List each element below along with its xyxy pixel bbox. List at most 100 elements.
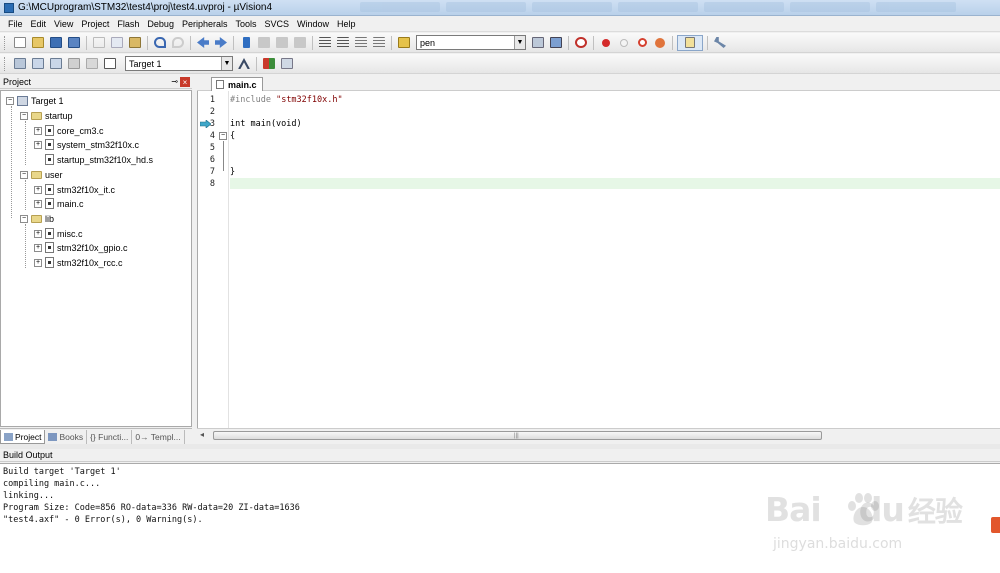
- menu-flash[interactable]: Flash: [113, 19, 143, 29]
- tree-group-lib[interactable]: − lib: [20, 212, 54, 225]
- tree-file-startup[interactable]: startup_stm32f10x_hd.s: [45, 153, 153, 166]
- window-layout-icon[interactable]: [677, 34, 703, 51]
- batch-build-icon[interactable]: [66, 56, 82, 72]
- expand-icon[interactable]: +: [34, 199, 42, 208]
- editor-tab-label: main.c: [228, 79, 257, 90]
- menu-project[interactable]: Project: [77, 19, 113, 29]
- build-icon[interactable]: [30, 56, 46, 72]
- tree-file-misc[interactable]: + misc.c: [34, 227, 83, 240]
- code-line-3: int main(void): [230, 119, 302, 129]
- manage-components-icon[interactable]: [261, 56, 277, 72]
- file-toolbar: pen ▼: [0, 33, 1000, 53]
- expand-icon[interactable]: +: [34, 126, 42, 135]
- menu-peripherals[interactable]: Peripherals: [178, 19, 232, 29]
- tab-templates[interactable]: 0→ Templ...: [132, 430, 185, 444]
- menu-edit[interactable]: Edit: [27, 19, 51, 29]
- line-number: 2: [209, 107, 215, 117]
- menu-bar: File Edit View Project Flash Debug Perip…: [0, 16, 1000, 32]
- collapse-icon[interactable]: −: [20, 170, 28, 179]
- insert-breakpoint-icon[interactable]: [598, 35, 614, 51]
- expand-icon[interactable]: +: [34, 258, 42, 267]
- menu-debug[interactable]: Debug: [143, 19, 178, 29]
- stop-build-icon[interactable]: [84, 56, 100, 72]
- menu-tools[interactable]: Tools: [231, 19, 260, 29]
- clear-bookmarks-icon[interactable]: [292, 35, 308, 51]
- nav-forward-icon[interactable]: [213, 35, 229, 51]
- open-file-icon[interactable]: [30, 35, 46, 51]
- tree-group-user[interactable]: − user: [20, 168, 63, 181]
- tab-functions[interactable]: {} Functi...: [87, 430, 133, 444]
- tree-file-stm32f10x-it[interactable]: + stm32f10x_it.c: [34, 183, 115, 196]
- code-editor[interactable]: 1 2 3 4 5 6 7 8 − #include "stm32f10x.h"…: [197, 91, 1000, 428]
- find-in-files-icon[interactable]: [396, 35, 412, 51]
- cut-icon[interactable]: [91, 35, 107, 51]
- editor-tab-main-c[interactable]: main.c: [211, 77, 263, 91]
- start-debug-icon[interactable]: [573, 35, 589, 51]
- indent-icon[interactable]: [317, 35, 333, 51]
- find-combo[interactable]: pen ▼: [416, 35, 526, 50]
- pin-icon[interactable]: ⊸: [171, 77, 178, 86]
- next-bookmark-icon[interactable]: [274, 35, 290, 51]
- menu-view[interactable]: View: [50, 19, 77, 29]
- tree-file-main[interactable]: + main.c: [34, 197, 84, 210]
- bookmark-icon[interactable]: [238, 35, 254, 51]
- translate-icon[interactable]: [12, 56, 28, 72]
- menu-svcs[interactable]: SVCS: [261, 19, 294, 29]
- unindent-icon[interactable]: [335, 35, 351, 51]
- uncomment-icon[interactable]: [371, 35, 387, 51]
- configure-tools-icon[interactable]: [712, 35, 728, 51]
- save-icon[interactable]: [48, 35, 64, 51]
- menu-file[interactable]: File: [4, 19, 27, 29]
- target-combo[interactable]: Target 1 ▼: [125, 56, 233, 71]
- expand-icon[interactable]: +: [34, 185, 42, 194]
- tree-file-gpio[interactable]: + stm32f10x_gpio.c: [34, 241, 128, 254]
- tab-project[interactable]: Project: [0, 430, 46, 444]
- code-line-7: }: [230, 167, 236, 177]
- disable-breakpoints-icon[interactable]: [634, 35, 650, 51]
- expand-icon[interactable]: +: [34, 229, 42, 238]
- collapse-icon[interactable]: −: [6, 96, 14, 105]
- chevron-down-icon[interactable]: ▼: [514, 36, 525, 49]
- tree-file-system-stm32[interactable]: + system_stm32f10x.c: [34, 138, 139, 151]
- chevron-down-icon[interactable]: ▼: [221, 57, 232, 70]
- incremental-find-icon[interactable]: [530, 35, 546, 51]
- menu-window[interactable]: Window: [293, 19, 333, 29]
- enable-breakpoint-icon[interactable]: [616, 35, 632, 51]
- copy-icon[interactable]: [109, 35, 125, 51]
- build-output-pane[interactable]: Build target 'Target 1' compiling main.c…: [0, 463, 1000, 573]
- build-output-line: linking...: [3, 491, 55, 501]
- kill-breakpoints-icon[interactable]: [652, 35, 668, 51]
- comment-icon[interactable]: [353, 35, 369, 51]
- expand-icon[interactable]: +: [34, 243, 42, 252]
- find-combo-value: pen: [420, 37, 436, 48]
- prev-bookmark-icon[interactable]: [256, 35, 272, 51]
- nav-back-icon[interactable]: [195, 35, 211, 51]
- undo-icon[interactable]: [152, 35, 168, 51]
- download-load-icon[interactable]: [102, 56, 118, 72]
- build-output-line: Program Size: Code=856 RO-data=336 RW-da…: [3, 503, 300, 513]
- save-all-icon[interactable]: [66, 35, 82, 51]
- collapse-icon[interactable]: −: [20, 214, 28, 223]
- editor-horizontal-scrollbar[interactable]: ◂ |||: [197, 428, 1000, 441]
- target-options-icon[interactable]: [236, 56, 252, 72]
- scroll-left-icon[interactable]: ◂: [200, 430, 204, 439]
- redo-icon[interactable]: [170, 35, 186, 51]
- scrollbar-thumb[interactable]: |||: [213, 431, 822, 440]
- rebuild-icon[interactable]: [48, 56, 64, 72]
- tree-file-rcc[interactable]: + stm32f10x_rcc.c: [34, 256, 123, 269]
- tree-group-startup[interactable]: − startup: [20, 109, 73, 122]
- folder-icon: [31, 111, 42, 120]
- tree-file-core-cm3[interactable]: + core_cm3.c: [34, 124, 104, 137]
- close-icon[interactable]: ×: [180, 77, 190, 87]
- expand-icon[interactable]: +: [34, 140, 42, 149]
- collapse-icon[interactable]: −: [20, 111, 28, 120]
- menu-help[interactable]: Help: [333, 19, 360, 29]
- tab-books[interactable]: Books: [45, 430, 88, 444]
- fold-collapse-icon[interactable]: −: [219, 132, 227, 140]
- tree-target-node[interactable]: − Target 1: [6, 94, 64, 107]
- paste-icon[interactable]: [127, 35, 143, 51]
- select-packs-icon[interactable]: [279, 56, 295, 72]
- new-file-icon[interactable]: [12, 35, 28, 51]
- browse-symbols-icon[interactable]: [548, 35, 564, 51]
- target-icon: [17, 95, 28, 106]
